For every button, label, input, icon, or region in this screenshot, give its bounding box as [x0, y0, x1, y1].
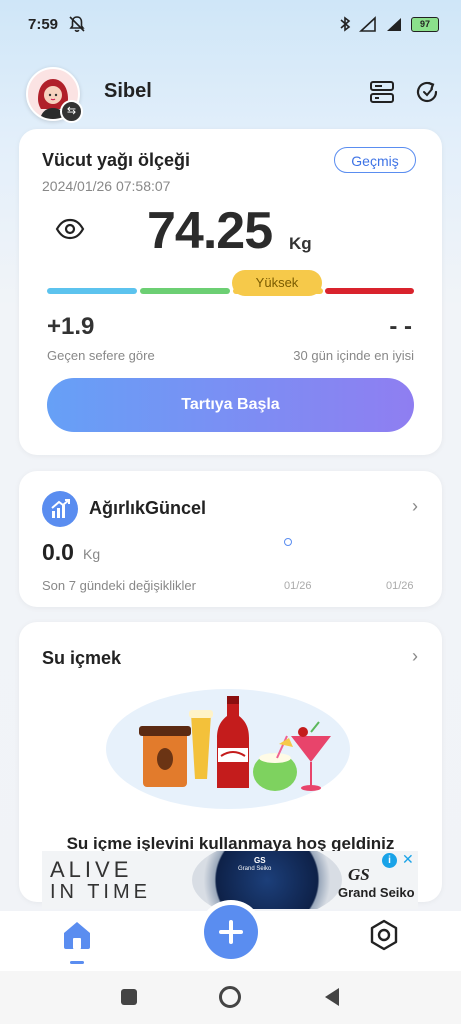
mute-icon: [68, 15, 86, 38]
trend-chart-icon: [42, 491, 78, 527]
ad-brand: Grand Seiko: [338, 885, 415, 900]
trend-date-start: 01/26: [284, 580, 312, 592]
eye-icon[interactable]: [55, 218, 85, 245]
ad-watch-mark: GS: [254, 856, 266, 865]
ad-banner[interactable]: ALIVE IN TIME GS Grand Seiko GS Grand Se…: [42, 851, 418, 909]
status-bar: 7:59 97: [0, 0, 461, 50]
signal-icon-2: [387, 18, 401, 31]
add-button[interactable]: [204, 905, 258, 959]
switch-user-icon[interactable]: ⇆: [60, 100, 83, 123]
ad-watch-image: GS Grand Seiko: [192, 851, 342, 909]
ad-headline-2: IN TIME: [50, 881, 151, 903]
trend-unit: Kg: [83, 546, 101, 562]
ad-info-icon[interactable]: i: [382, 853, 397, 868]
battery-icon: 97: [411, 16, 439, 32]
home-system-icon[interactable]: [219, 986, 241, 1008]
scale-title: Vücut yağı ölçeği: [42, 150, 191, 170]
username: Sibel: [104, 80, 152, 102]
level-bar-low: [47, 288, 137, 294]
trend-data-point: [284, 538, 292, 546]
status-time: 7:59: [28, 16, 59, 33]
level-bar-very-high: [325, 288, 414, 294]
system-nav-bar: [0, 971, 461, 1024]
weight-unit: Kg: [289, 234, 312, 253]
recent-apps-icon[interactable]: [121, 989, 137, 1005]
drinks-illustration: [103, 674, 353, 814]
trend-date-end: 01/26: [386, 580, 414, 592]
change-value: +1.9: [47, 313, 95, 340]
trend-value: 0.0: [42, 539, 74, 565]
best-label: 30 gün içinde en iyisi: [293, 348, 414, 363]
settings-icon[interactable]: [367, 918, 401, 957]
level-bar-normal: [140, 288, 230, 294]
best-value: - -: [389, 313, 412, 340]
back-icon[interactable]: [323, 986, 341, 1013]
status-icons: 97: [339, 15, 439, 33]
chevron-right-icon-2[interactable]: ›: [412, 646, 418, 667]
scale-card: Vücut yağı ölçeği 2024/01/26 07:58:07 Ge…: [19, 129, 442, 455]
add-icon: [219, 920, 243, 944]
level-badge: Yüksek: [232, 270, 322, 296]
trend-caption: Son 7 gündeki değişiklikler: [42, 578, 196, 593]
ad-close-icon[interactable]: ✕: [402, 851, 414, 868]
water-title: Su içmek: [42, 648, 122, 668]
sync-icon[interactable]: [414, 78, 442, 106]
home-indicator: [70, 961, 84, 964]
weight-value: 74.25: [147, 202, 273, 260]
start-weighing-button[interactable]: Tartıya Başla: [47, 378, 414, 432]
device-list-icon[interactable]: [368, 78, 396, 106]
bluetooth-icon: [340, 16, 351, 32]
measure-datetime: 2024/01/26 07:58:07: [42, 178, 171, 194]
ad-headline-1: ALIVE: [50, 857, 133, 882]
ad-brand-logo: GS: [348, 865, 370, 884]
change-label: Geçen sefere göre: [47, 348, 155, 363]
home-icon[interactable]: [60, 918, 94, 957]
weight-trend-card[interactable]: AğırlıkGüncel › 0.0 Kg Son 7 gündeki değ…: [19, 471, 442, 607]
trend-title: AğırlıkGüncel: [89, 498, 207, 518]
chevron-right-icon[interactable]: ›: [412, 496, 418, 517]
history-button[interactable]: Geçmiş: [334, 147, 416, 173]
ad-watch-brand: Grand Seiko: [238, 866, 272, 872]
signal-icon: [359, 16, 376, 32]
